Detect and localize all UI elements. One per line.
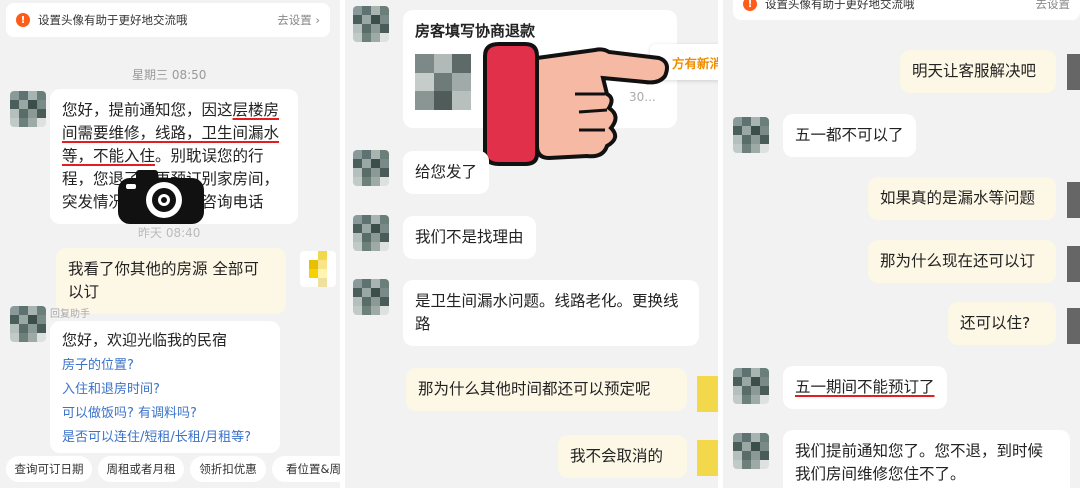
host-avatar: [733, 368, 769, 404]
chat-panel-1[interactable]: ! 设置头像有助于更好地交流哦 去设置 › 星期三 08:50 您好，提前通知您…: [0, 0, 340, 488]
guest-avatar: [1067, 246, 1080, 282]
screenshot-collage: ! 设置头像有助于更好地交流哦 去设置 › 星期三 08:50 您好，提前通知您…: [0, 0, 1080, 488]
assistant-label: 回复助手: [50, 309, 90, 320]
host-avatar: [353, 215, 389, 251]
notice-text: 设置头像有助于更好地交流哦: [765, 0, 915, 11]
host-message: 是卫生间漏水问题。线路老化。更换线路: [403, 280, 699, 346]
message-text: 您好，提前通知您，因这: [62, 101, 233, 119]
camera-icon: [116, 166, 208, 228]
host-message: 给您发了: [403, 151, 490, 194]
guest-avatar: [300, 251, 336, 287]
guest-message: 明天让客服解决吧: [900, 50, 1056, 93]
chip-location[interactable]: 看位置&周边: [272, 456, 340, 482]
guest-avatar: [1067, 308, 1080, 344]
host-avatar: [733, 117, 769, 153]
guest-avatar: [697, 376, 718, 412]
avatar-setup-notice[interactable]: ! 设置头像有助于更好地交流哦 去设置 ›: [6, 3, 330, 37]
host-avatar: [10, 91, 46, 127]
faq-link-rental-term[interactable]: 是否可以连住/短租/长租/月租等?: [62, 426, 268, 450]
refund-card-thumbnail: [415, 54, 471, 110]
chip-discount[interactable]: 领折扣优惠: [190, 456, 266, 482]
guest-avatar: [1067, 182, 1080, 218]
timestamp: 星期三 08:50: [132, 68, 207, 82]
guest-message: 那为什么其他时间都还可以预定呢: [406, 368, 687, 411]
assistant-greeting: 您好，欢迎光临我的民宿: [62, 331, 228, 349]
assistant-message: 您好，欢迎光临我的民宿 房子的位置? 入住和退房时间? 可以做饭吗? 有调料吗?…: [50, 321, 280, 453]
host-message: 五一都不可以了: [783, 114, 916, 157]
underlined-text: 五一期间不能预订了: [795, 378, 935, 396]
host-message: 我们不是找理由: [403, 216, 536, 259]
host-avatar: [10, 306, 46, 342]
host-message: 我们提前通知您了。您不退，到时候我们房间维修您住不了。: [783, 430, 1070, 488]
notice-text: 设置头像有助于更好地交流哦: [38, 13, 188, 27]
host-avatar: [353, 279, 389, 315]
guest-message: 如果真的是漏水等问题: [868, 177, 1056, 220]
chat-panel-3[interactable]: ! 设置头像有助于更好地交流哦 去设置 明天让客服解决吧 五一都不可以了 如果真…: [723, 0, 1080, 488]
pointing-hand-icon: [475, 36, 675, 168]
guest-avatar: [697, 440, 718, 476]
avatar-setup-notice[interactable]: ! 设置头像有助于更好地交流哦 去设置: [733, 0, 1080, 20]
notice-action[interactable]: 去设置 ›: [277, 12, 320, 28]
faq-link-cooking[interactable]: 可以做饭吗? 有调料吗?: [62, 402, 268, 426]
guest-message: 我不会取消的: [558, 435, 687, 478]
chip-available-dates[interactable]: 查询可订日期: [6, 456, 92, 482]
guest-message: 还可以住?: [948, 302, 1056, 345]
warning-icon: !: [16, 13, 30, 27]
host-avatar: [353, 150, 389, 186]
guest-message: 我看了你其他的房源 全部可以订: [56, 248, 286, 314]
host-avatar: [353, 6, 389, 42]
host-message-underlined: 五一期间不能预订了: [783, 366, 947, 409]
faq-link-location[interactable]: 房子的位置?: [62, 354, 268, 378]
host-avatar: [733, 433, 769, 469]
notice-action[interactable]: 去设置: [1036, 0, 1071, 12]
chip-weekly-monthly[interactable]: 周租或者月租: [98, 456, 184, 482]
timestamp-partial: 昨天 08:40: [138, 226, 201, 240]
faq-link-checkin[interactable]: 入住和退房时间?: [62, 378, 268, 402]
warning-icon: !: [743, 0, 757, 11]
guest-avatar: [1067, 54, 1080, 90]
chat-panel-2[interactable]: 房客填写协商退款 30... 方有新消 给您发了 我们不是找理由 是卫生间漏水问…: [345, 0, 718, 488]
guest-message: 那为什么现在还可以订: [868, 240, 1056, 283]
